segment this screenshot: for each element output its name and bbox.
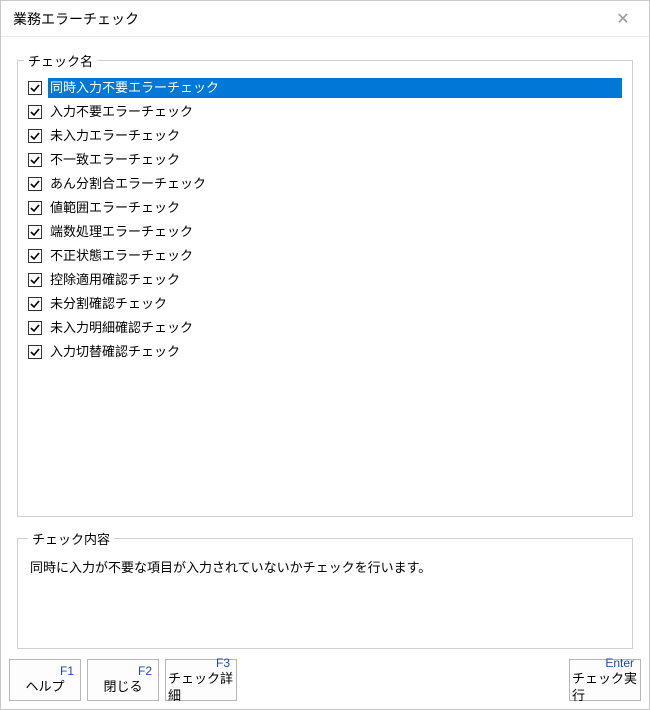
list-item[interactable]: 入力切替確認チェック bbox=[24, 340, 626, 364]
close-button-key: F2 bbox=[138, 664, 156, 679]
dialog-window: 業務エラーチェック ✕ チェック名 同時入力不要エラーチェック入力不要エラーチェ… bbox=[0, 0, 650, 710]
detail-button[interactable]: F3 チェック詳細 bbox=[165, 659, 237, 701]
list-item[interactable]: 控除適用確認チェック bbox=[24, 268, 626, 292]
list-item-label: 未分割確認チェック bbox=[48, 294, 622, 314]
description-text: 同時に入力が不要な項目が入力されていないかチェックを行います。 bbox=[28, 554, 622, 582]
help-button-label: ヘルプ bbox=[25, 679, 64, 695]
list-item-label: 控除適用確認チェック bbox=[48, 270, 622, 290]
detail-button-label: チェック詳細 bbox=[168, 671, 234, 704]
run-button[interactable]: Enter チェック実行 bbox=[569, 659, 641, 701]
checkbox[interactable] bbox=[28, 81, 42, 95]
checkbox[interactable] bbox=[28, 177, 42, 191]
button-bar-spacer bbox=[243, 659, 563, 701]
list-item-label: 不正状態エラーチェック bbox=[48, 246, 622, 266]
titlebar: 業務エラーチェック ✕ bbox=[1, 1, 649, 37]
run-button-label: チェック実行 bbox=[572, 671, 638, 704]
list-item[interactable]: 値範囲エラーチェック bbox=[24, 196, 626, 220]
checkbox[interactable] bbox=[28, 225, 42, 239]
checkbox[interactable] bbox=[28, 273, 42, 287]
detail-button-key: F3 bbox=[216, 656, 234, 671]
checkbox[interactable] bbox=[28, 201, 42, 215]
close-button[interactable]: F2 閉じる bbox=[87, 659, 159, 701]
list-item-label: 不一致エラーチェック bbox=[48, 150, 622, 170]
checkbox[interactable] bbox=[28, 129, 42, 143]
list-item[interactable]: 入力不要エラーチェック bbox=[24, 100, 626, 124]
list-item[interactable]: 未分割確認チェック bbox=[24, 292, 626, 316]
help-button[interactable]: F1 ヘルプ bbox=[9, 659, 81, 701]
list-item[interactable]: 端数処理エラーチェック bbox=[24, 220, 626, 244]
list-item-label: 未入力エラーチェック bbox=[48, 126, 622, 146]
list-item-label: あん分割合エラーチェック bbox=[48, 174, 622, 194]
list-item[interactable]: 未入力明細確認チェック bbox=[24, 316, 626, 340]
button-bar: F1 ヘルプ F2 閉じる F3 チェック詳細 Enter チェック実行 bbox=[1, 659, 649, 709]
help-button-key: F1 bbox=[60, 664, 78, 679]
window-close-button[interactable]: ✕ bbox=[601, 5, 645, 33]
check-list[interactable]: 同時入力不要エラーチェック入力不要エラーチェック未入力エラーチェック不一致エラー… bbox=[24, 76, 626, 510]
list-item-label: 同時入力不要エラーチェック bbox=[48, 78, 622, 98]
list-item[interactable]: 不正状態エラーチェック bbox=[24, 244, 626, 268]
checkbox[interactable] bbox=[28, 321, 42, 335]
check-list-legend: チェック名 bbox=[24, 51, 97, 70]
list-item-label: 未入力明細確認チェック bbox=[48, 318, 622, 338]
list-item-label: 値範囲エラーチェック bbox=[48, 198, 622, 218]
list-item-label: 入力不要エラーチェック bbox=[48, 102, 622, 122]
close-button-label: 閉じる bbox=[103, 679, 142, 695]
checkbox[interactable] bbox=[28, 153, 42, 167]
list-item[interactable]: 不一致エラーチェック bbox=[24, 148, 626, 172]
checkbox[interactable] bbox=[28, 345, 42, 359]
checkbox[interactable] bbox=[28, 297, 42, 311]
close-icon: ✕ bbox=[616, 9, 629, 29]
list-item-label: 入力切替確認チェック bbox=[48, 342, 622, 362]
list-item-label: 端数処理エラーチェック bbox=[48, 222, 622, 242]
window-title: 業務エラーチェック bbox=[13, 9, 601, 29]
checkbox[interactable] bbox=[28, 249, 42, 263]
list-item[interactable]: 同時入力不要エラーチェック bbox=[24, 76, 626, 100]
client-area: チェック名 同時入力不要エラーチェック入力不要エラーチェック未入力エラーチェック… bbox=[1, 37, 649, 659]
description-group: チェック内容 同時に入力が不要な項目が入力されていないかチェックを行います。 bbox=[17, 529, 633, 649]
list-item[interactable]: あん分割合エラーチェック bbox=[24, 172, 626, 196]
check-list-group: チェック名 同時入力不要エラーチェック入力不要エラーチェック未入力エラーチェック… bbox=[17, 51, 633, 517]
checkbox[interactable] bbox=[28, 105, 42, 119]
list-item[interactable]: 未入力エラーチェック bbox=[24, 124, 626, 148]
description-legend: チェック内容 bbox=[28, 529, 114, 548]
run-button-key: Enter bbox=[605, 656, 638, 671]
